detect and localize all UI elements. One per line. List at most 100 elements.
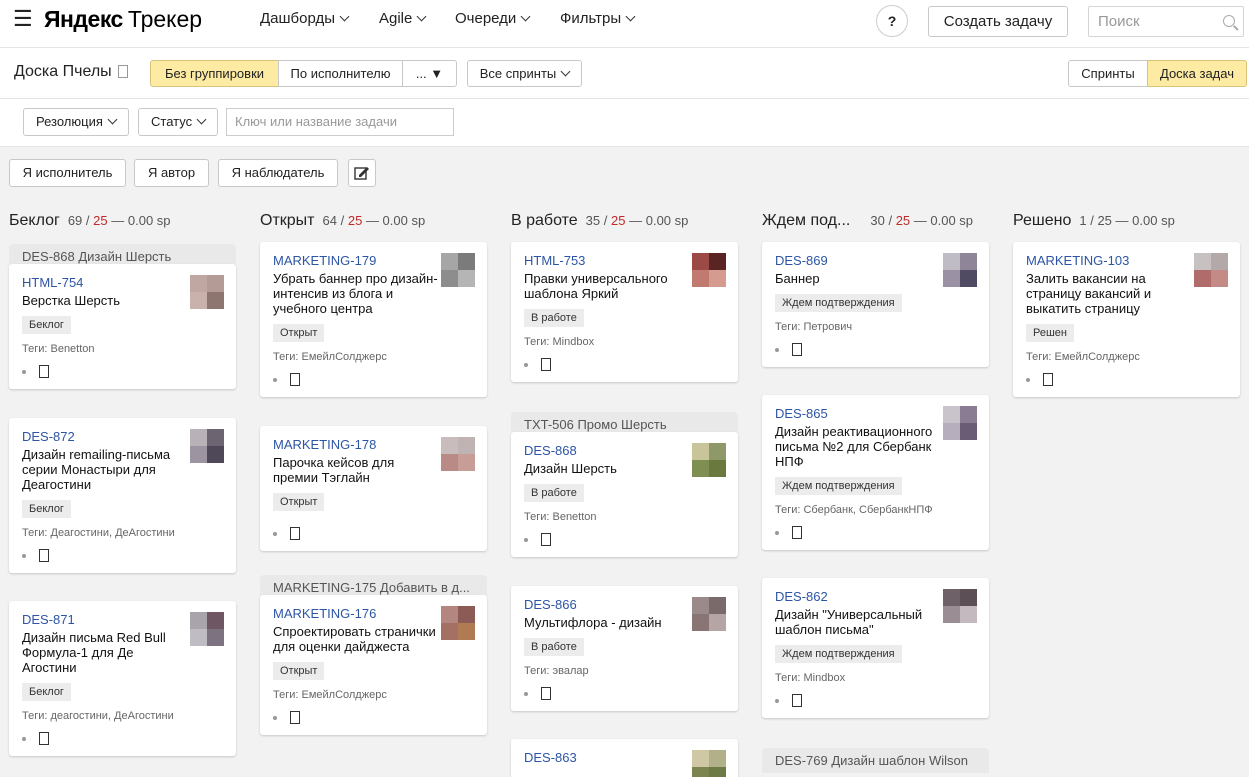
column-sep: / — [340, 213, 345, 228]
board-title: Доска Пчелы — [14, 63, 128, 81]
avatar — [943, 406, 977, 440]
group-header[interactable]: DES-769 Дизайн шаблон Wilson — [762, 748, 989, 773]
avatar-pixel — [692, 750, 709, 767]
avatar — [441, 437, 475, 471]
create-task-button[interactable]: Создать задачу — [928, 6, 1068, 37]
search-placeholder: Поиск — [1098, 13, 1140, 30]
avatar-pixel — [709, 270, 726, 287]
task-key-input[interactable]: Ключ или название задачи — [226, 108, 454, 136]
avatar-pixel — [709, 767, 726, 777]
filters-bar: Резолюция Статус Ключ или название задач… — [0, 99, 1249, 147]
status-badge: Ждем подтверждения — [775, 477, 902, 495]
nav-label: Agile — [379, 10, 413, 27]
status-badge: Открыт — [273, 662, 325, 680]
menu-icon[interactable]: ☰ — [13, 8, 33, 30]
column-header: Беклог 69 / 25 — 0.00 sp — [9, 200, 236, 242]
bookmark-icon[interactable] — [117, 65, 128, 78]
avatar-pixel — [692, 614, 709, 631]
avatar-pixel — [190, 292, 207, 309]
task-card[interactable]: MARKETING-178 Парочка кейсов для премии … — [260, 426, 487, 551]
task-title: Баннер — [775, 271, 820, 286]
task-title: Залить вакансии на страницу вакансий и в… — [1026, 271, 1152, 316]
quick-filter-watcher[interactable]: Я наблюдатель — [218, 159, 338, 187]
task-card[interactable]: DES-866 Мультифлора - дизайн В работе Те… — [511, 586, 738, 711]
card-footer — [524, 685, 726, 701]
avatar-pixel — [441, 253, 458, 270]
avatar-pixel — [190, 446, 207, 463]
priority-dot-icon — [1026, 377, 1030, 382]
task-card[interactable]: DES-865 Дизайн реактивационного письма №… — [762, 395, 989, 550]
view-board-button[interactable]: Доска задач — [1147, 60, 1247, 87]
card-footer — [273, 709, 475, 725]
priority-dot-icon — [273, 377, 277, 382]
nav-label: Дашборды — [260, 10, 335, 27]
column-count: 35 — [585, 213, 601, 228]
avatar-pixel — [458, 454, 475, 471]
avatar-pixel — [943, 253, 960, 270]
task-title: Правки универсального шаблона Яркий — [524, 271, 668, 301]
column-count: 30 — [870, 213, 885, 228]
resolution-filter[interactable]: Резолюция — [23, 108, 129, 136]
avatar — [692, 597, 726, 631]
column-limit: 25 — [1097, 213, 1112, 228]
avatar-pixel — [1194, 270, 1211, 287]
column-sp: — 0.00 sp — [111, 213, 171, 228]
status-badge: Открыт — [273, 493, 325, 511]
pencil-icon — [354, 167, 369, 180]
avatar-pixel — [190, 629, 207, 646]
avatar-pixel — [709, 443, 726, 460]
task-tags: Теги: Mindbox — [775, 672, 846, 684]
task-card[interactable]: HTML-753 Правки универсального шаблона Я… — [511, 242, 738, 382]
task-card[interactable]: DES-872 Дизайн remailing-письма серии Мо… — [9, 418, 236, 573]
card-footer — [775, 692, 977, 708]
column-sp: — 0.00 sp — [629, 213, 689, 228]
avatar-pixel — [207, 629, 224, 646]
group-more-button[interactable]: ... ▼ — [402, 60, 457, 87]
avatar-pixel — [943, 406, 960, 423]
task-card[interactable]: DES-863 — [511, 739, 738, 777]
task-card[interactable]: MARKETING-179 Убрать баннер про дизайн-и… — [260, 242, 487, 397]
status-filter[interactable]: Статус — [138, 108, 219, 136]
avatar — [441, 253, 475, 287]
view-sprints-button[interactable]: Спринты — [1068, 60, 1148, 87]
task-card[interactable]: MARKETING-176 Спроектировать странички д… — [260, 595, 487, 735]
status-badge: Ждем подтверждения — [775, 294, 902, 312]
task-title: Дизайн письма Red Bull Формула-1 для Де … — [22, 630, 166, 675]
task-card[interactable]: MARKETING-103 Залить вакансии на страниц… — [1013, 242, 1240, 397]
avatar-pixel — [441, 623, 458, 640]
nav-agile[interactable]: Agile — [379, 10, 427, 27]
task-card[interactable]: DES-871 Дизайн письма Red Bull Формула-1… — [9, 601, 236, 756]
logo[interactable]: Яндекс Трекер — [44, 6, 202, 33]
help-button[interactable]: ? — [876, 5, 908, 37]
column-sp: — 0.00 sp — [913, 213, 974, 228]
group-none-button[interactable]: Без группировки — [150, 60, 279, 87]
status-badge: В работе — [524, 484, 584, 502]
edit-filters-button[interactable] — [348, 159, 376, 187]
document-icon — [792, 526, 802, 540]
nav-dashboards[interactable]: Дашборды — [260, 10, 350, 27]
group-by-assignee-button[interactable]: По исполнителю — [278, 60, 403, 87]
avatar — [1194, 253, 1228, 287]
priority-dot-icon — [524, 537, 528, 542]
avatar-pixel — [943, 606, 960, 623]
sprints-filter-dropdown[interactable]: Все спринты — [467, 60, 582, 87]
avatar-pixel — [692, 253, 709, 270]
priority-dot-icon — [775, 698, 779, 703]
task-card[interactable]: DES-862 Дизайн "Универсальный шаблон пис… — [762, 578, 989, 718]
search-input[interactable]: Поиск — [1088, 6, 1244, 37]
avatar — [190, 275, 224, 309]
nav-queues[interactable]: Очереди — [455, 10, 531, 27]
status-badge: Открыт — [273, 324, 325, 342]
column-header: Решено 1 / 25 — 0.00 sp — [1013, 200, 1240, 242]
chevron-down-icon — [107, 114, 118, 125]
task-card[interactable]: HTML-754 Верстка Шерсть Беклог Теги: Ben… — [9, 264, 236, 389]
task-card[interactable]: DES-869 Баннер Ждем подтверждения Теги: … — [762, 242, 989, 367]
nav-filters[interactable]: Фильтры — [560, 10, 636, 27]
document-icon — [541, 358, 551, 372]
avatar — [692, 443, 726, 477]
quick-filter-author[interactable]: Я автор — [134, 159, 209, 187]
task-card[interactable]: DES-868 Дизайн Шерсть В работе Теги: Ben… — [511, 432, 738, 557]
status-badge: Беклог — [22, 500, 71, 518]
quick-filter-assignee[interactable]: Я исполнитель — [9, 159, 126, 187]
column-sp: — 0.00 sp — [365, 213, 426, 228]
